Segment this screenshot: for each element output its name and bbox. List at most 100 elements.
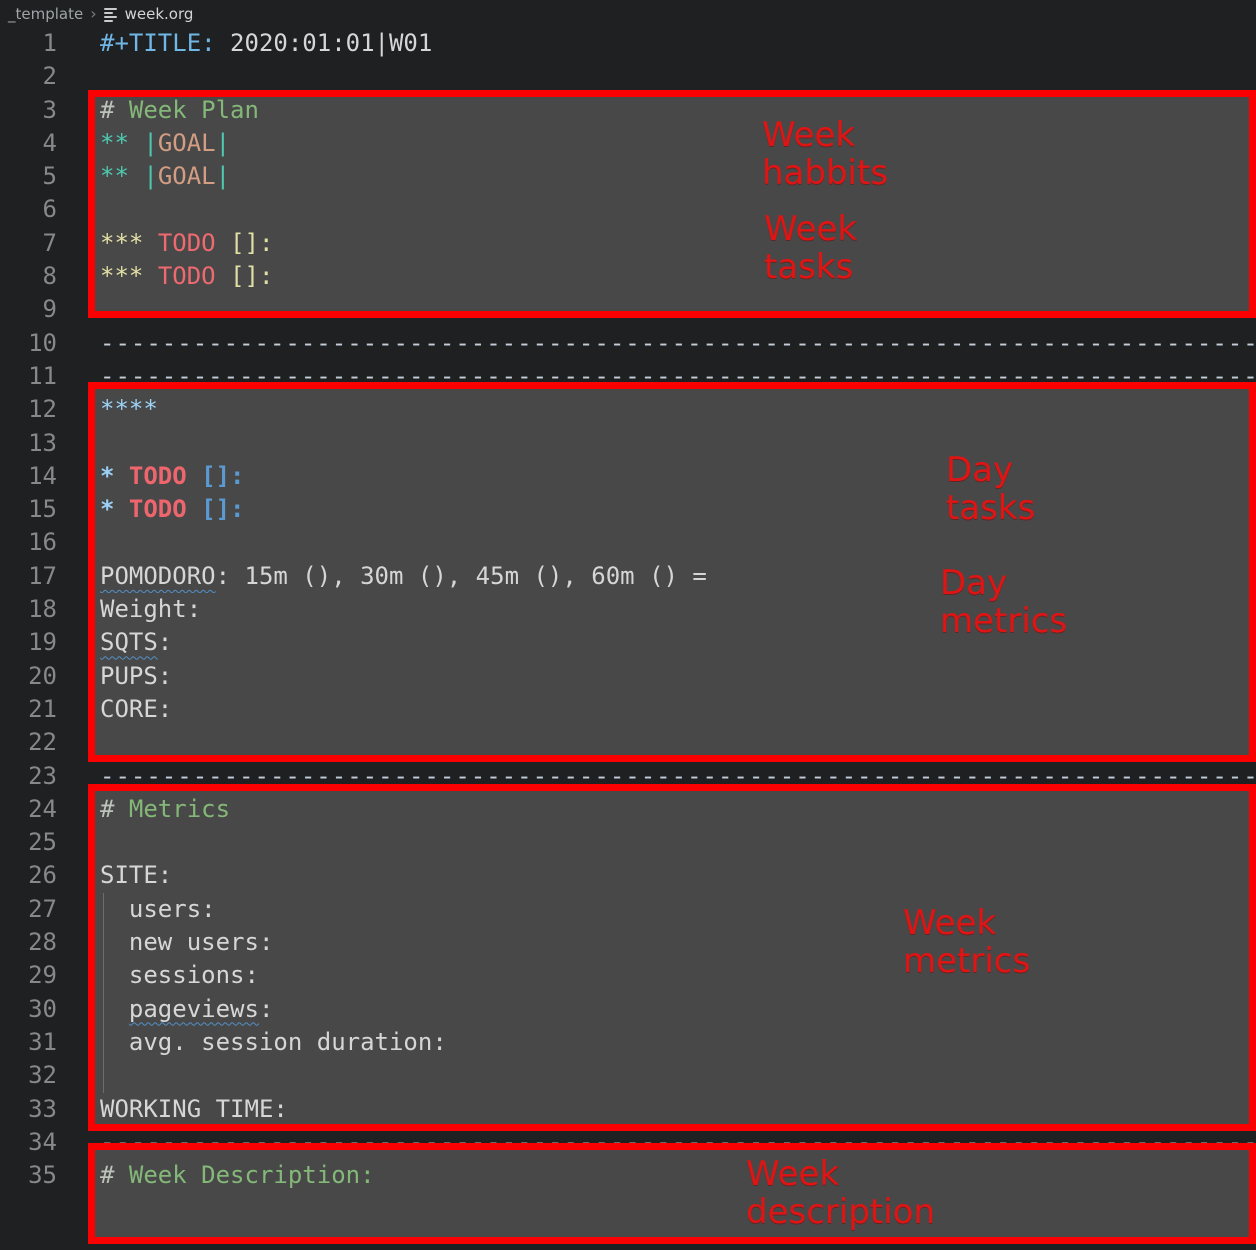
line-number: 1	[42, 29, 57, 57]
line-number: 26	[28, 861, 57, 890]
breadcrumb: _template › week.org	[0, 0, 1256, 27]
code-line[interactable]: 22	[0, 726, 1256, 759]
code-line[interactable]: 12 ****	[0, 393, 1256, 426]
code-text: ** |GOAL|	[100, 128, 231, 157]
line-number: 17	[28, 561, 57, 590]
code-line[interactable]: 19 SQTS:	[0, 626, 1256, 659]
line-number: 31	[28, 1027, 57, 1056]
code-line[interactable]: 20 PUPS:	[0, 660, 1256, 693]
code-line[interactable]: 30 pageviews:	[0, 993, 1256, 1026]
line-number: 4	[42, 128, 57, 157]
code-text: ----------------------------------------…	[100, 1127, 1256, 1156]
code-line[interactable]: 32	[0, 1059, 1256, 1092]
code-text: SQTS:	[100, 628, 173, 657]
line-number: 15	[28, 495, 57, 524]
line-number: 9	[42, 295, 57, 324]
code-line[interactable]: 31 avg. session duration:	[0, 1026, 1256, 1059]
code-text: PUPS:	[100, 661, 173, 690]
code-editor[interactable]: 1 #+TITLE: 2020:01:01|W01 2 3 # Week Plan 4 **…	[0, 27, 1256, 1250]
code-line[interactable]: 11 --------------------------------------…	[0, 360, 1256, 393]
code-line[interactable]: 14 * TODO []:	[0, 460, 1256, 493]
line-number: 25	[28, 828, 57, 857]
line-number: 6	[42, 195, 57, 224]
line-number: 7	[42, 228, 57, 257]
code-text: avg. session duration:	[100, 1027, 447, 1056]
line-number: 28	[28, 928, 57, 957]
editor-window: _template › week.org 1 #+TITLE: 2020:01:0…	[0, 0, 1256, 1250]
line-number: 10	[28, 328, 57, 357]
code-text: # Week Description:	[100, 1161, 375, 1190]
code-line[interactable]: 7 *** TODO []:	[0, 227, 1256, 260]
code-line[interactable]: 8 *** TODO []:	[0, 260, 1256, 293]
line-number: 18	[28, 595, 57, 624]
code-line[interactable]: 33 WORKING TIME:	[0, 1093, 1256, 1126]
annotation-label-day-tasks: Day tasks	[946, 450, 1036, 528]
code-text: WORKING TIME:	[100, 1094, 288, 1123]
code-text: sessions:	[100, 961, 259, 990]
line-number: 5	[42, 162, 57, 191]
code-text: users:	[100, 894, 216, 923]
line-number: 2	[42, 62, 57, 91]
code-line[interactable]: 26 SITE:	[0, 859, 1256, 892]
code-line[interactable]: 6	[0, 193, 1256, 226]
code-lines: 1 #+TITLE: 2020:01:01|W01 2 3 # Week Plan 4 **…	[0, 27, 1256, 1192]
code-line[interactable]: 5 ** |GOAL|	[0, 160, 1256, 193]
code-line[interactable]: 9	[0, 293, 1256, 326]
line-number: 30	[28, 994, 57, 1023]
code-text: ----------------------------------------…	[100, 361, 1256, 390]
line-number: 13	[28, 428, 57, 457]
code-line[interactable]: 17 POMODORO: 15m (), 30m (), 45m (), 60m …	[0, 560, 1256, 593]
code-line[interactable]: 27 users:	[0, 893, 1256, 926]
code-line[interactable]: 35 # Week Description:	[0, 1159, 1256, 1192]
code-text: * TODO []:	[100, 495, 245, 524]
code-line[interactable]: 2	[0, 60, 1256, 93]
line-number: 14	[28, 461, 57, 490]
line-number: 24	[28, 794, 57, 823]
code-line[interactable]: 23 --------------------------------------…	[0, 760, 1256, 793]
code-line[interactable]: 21 CORE:	[0, 693, 1256, 726]
code-line[interactable]: 34 --------------------------------------…	[0, 1126, 1256, 1159]
code-text: Weight:	[100, 595, 202, 624]
code-line[interactable]: 25	[0, 826, 1256, 859]
line-number: 8	[42, 262, 57, 291]
annotation-label-day-metrics: Day metrics	[940, 563, 1068, 641]
code-text: ----------------------------------------…	[100, 328, 1256, 357]
line-number: 23	[28, 761, 57, 790]
code-line[interactable]: 13	[0, 427, 1256, 460]
code-line[interactable]: 18 Weight:	[0, 593, 1256, 626]
org-file-icon	[103, 7, 119, 22]
annotation-label-week-habbits: Week habbits	[762, 115, 889, 193]
line-number: 29	[28, 961, 57, 990]
code-text: #+TITLE: 2020:01:01|W01	[100, 29, 433, 57]
code-text: CORE:	[100, 694, 173, 723]
line-number: 21	[28, 694, 57, 723]
code-line[interactable]: 4 ** |GOAL|	[0, 127, 1256, 160]
code-line[interactable]: 28 new users:	[0, 926, 1256, 959]
line-number: 12	[28, 395, 57, 424]
code-text: ** |GOAL|	[100, 162, 231, 191]
line-number: 22	[28, 728, 57, 757]
code-text: *** TODO []:	[100, 228, 274, 257]
code-line[interactable]: 29 sessions:	[0, 959, 1256, 992]
annotation-label-week-description: Week description	[746, 1154, 936, 1232]
code-text: SITE:	[100, 861, 173, 890]
line-number: 3	[42, 95, 57, 124]
code-line[interactable]: 3 # Week Plan	[0, 94, 1256, 127]
line-number: 11	[28, 361, 57, 390]
line-number: 33	[28, 1094, 57, 1123]
annotation-label-week-tasks: Week tasks	[764, 209, 858, 287]
code-line[interactable]: 1 #+TITLE: 2020:01:01|W01	[0, 27, 1256, 60]
code-line[interactable]: 16	[0, 526, 1256, 559]
code-text: # Metrics	[100, 794, 231, 823]
line-number: 34	[28, 1127, 57, 1156]
code-line[interactable]: 15 * TODO []:	[0, 493, 1256, 526]
breadcrumb-file[interactable]: week.org	[125, 5, 194, 23]
code-text: new users:	[100, 928, 274, 957]
code-line[interactable]: 24 # Metrics	[0, 793, 1256, 826]
code-text: POMODORO: 15m (), 30m (), 45m (), 60m ()…	[100, 561, 707, 590]
breadcrumb-chevron-icon: ›	[90, 4, 97, 23]
code-line[interactable]: 10 --------------------------------------…	[0, 327, 1256, 360]
code-text: # Week Plan	[100, 95, 259, 124]
line-number: 35	[28, 1161, 57, 1190]
breadcrumb-folder[interactable]: _template	[8, 5, 83, 23]
